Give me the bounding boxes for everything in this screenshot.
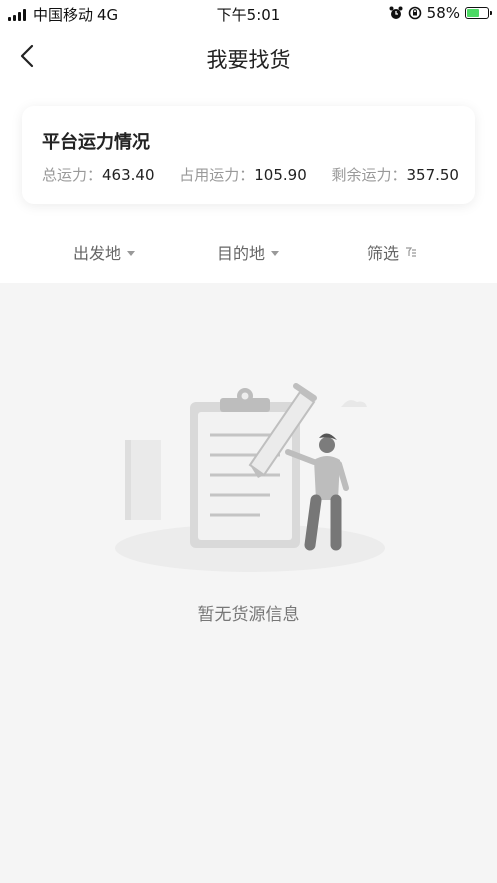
empty-state-message: 暂无货源信息 — [197, 605, 300, 625]
capacity-card: 平台运力情况 总运力：463.40 占用运力：105.90 剩余运力：357.5… — [22, 106, 475, 204]
caret-down-icon — [271, 250, 280, 256]
clock: 下午5:01 — [216, 6, 281, 24]
stat-total: 总运力：463.40 — [42, 164, 155, 185]
destination-filter[interactable]: 目的地 — [217, 240, 280, 264]
stat-total-value: 463.40 — [102, 166, 155, 184]
card-title: 平台运力情况 — [42, 132, 150, 153]
stat-total-label: 总运力： — [42, 166, 103, 184]
caret-down-icon — [127, 250, 136, 256]
more-filter[interactable]: 筛选 — [367, 240, 417, 264]
alarm-icon — [389, 6, 403, 19]
origin-filter[interactable]: 出发地 — [73, 240, 136, 264]
capacity-stats: 总运力：463.40 占用运力：105.90 剩余运力：357.50 — [42, 164, 459, 185]
stat-used-label: 占用运力： — [179, 166, 255, 184]
stat-remaining-label: 剩余运力： — [331, 166, 407, 184]
header-section: 中国移动 4G 下午5:01 58% 我要找货 平台运力情况 总运力：463.4… — [0, 0, 497, 283]
stat-remaining: 剩余运力：357.50 — [331, 164, 459, 185]
stat-used-value: 105.90 — [254, 166, 307, 184]
empty-state-illustration — [115, 383, 385, 572]
battery-percent: 58% — [426, 4, 460, 22]
status-bar: 中国移动 4G 下午5:01 58% — [0, 0, 497, 28]
filter-bar: 出发地 目的地 筛选 — [0, 240, 497, 268]
battery-icon — [465, 7, 492, 19]
stat-remaining-value: 357.50 — [406, 166, 459, 184]
destination-filter-label: 目的地 — [217, 244, 266, 263]
stat-used: 占用运力：105.90 — [179, 164, 307, 185]
nav-bar: 我要找货 — [0, 36, 497, 76]
filter-icon — [406, 247, 417, 257]
more-filter-label: 筛选 — [367, 244, 400, 263]
page-title: 我要找货 — [206, 48, 291, 72]
rotation-lock-icon — [408, 6, 421, 20]
origin-filter-label: 出发地 — [73, 244, 122, 263]
